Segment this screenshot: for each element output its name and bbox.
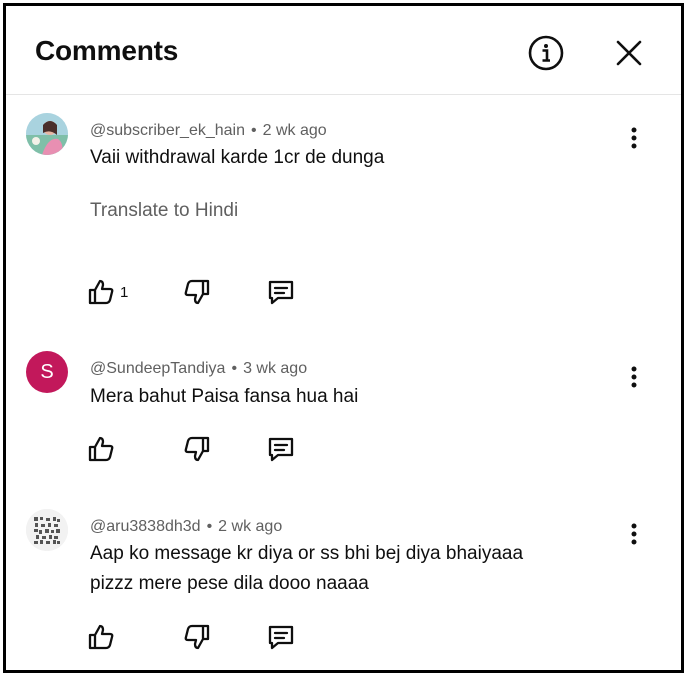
reply-icon [268,437,294,462]
more-vertical-icon [631,523,637,545]
like-button[interactable] [86,431,116,467]
thumb-down-icon [184,436,210,462]
like-button[interactable] [86,619,116,655]
like-button[interactable]: 1 [86,274,128,310]
thumb-up-icon [88,279,114,305]
avatar-photo-icon [26,113,68,155]
meta-separator: • [206,518,213,535]
comment-meta: @subscriber_ek_hain • 2 wk ago [90,122,327,140]
dislike-button[interactable] [182,274,212,310]
info-icon [528,35,564,71]
comment-author[interactable]: @aru3838dh3d [90,518,201,535]
comment-meta: @SundeepTandiya • 3 wk ago [90,360,307,378]
dislike-button[interactable] [182,619,212,655]
panel-header: Comments [6,6,681,95]
info-button[interactable] [526,33,566,73]
reply-icon [268,625,294,650]
thumb-down-icon [184,279,210,305]
thumb-up-icon [88,624,114,650]
comment-text: Vaii withdrawal karde 1cr de dunga [90,147,385,168]
reply-button[interactable] [266,431,296,467]
thumb-up-icon [88,436,114,462]
reply-button[interactable] [266,274,296,310]
like-count: 1 [120,283,129,301]
comment-more-button[interactable] [618,122,650,154]
comment-more-button[interactable] [618,518,650,550]
more-vertical-icon [631,366,637,388]
comment-author[interactable]: @subscriber_ek_hain [90,122,245,139]
comment-more-button[interactable] [618,361,650,393]
comment-time[interactable]: 2 wk ago [218,518,282,535]
comment-time[interactable]: 2 wk ago [263,122,327,139]
reply-icon [268,280,294,305]
comment-author[interactable]: @SundeepTandiya [90,360,225,377]
avatar[interactable]: S [26,351,68,393]
comment-text: Mera bahut Paisa fansa hua hai [90,386,359,407]
avatar-qr-icon [26,509,68,551]
meta-separator: • [251,122,257,139]
thumb-down-icon [184,624,210,650]
close-icon [616,40,642,66]
reply-button[interactable] [266,619,296,655]
dislike-button[interactable] [182,431,212,467]
comment-time[interactable]: 3 wk ago [243,360,307,377]
comments-panel: Comments @subscriber_ek_hain • 2 wk ago … [3,3,684,673]
avatar-letter: S [40,360,54,383]
avatar[interactable] [26,113,68,155]
comment-text-line: pizzz mere pese dila dooo naaaa [90,573,369,594]
close-button[interactable] [609,33,649,73]
comment-meta: @aru3838dh3d • 2 wk ago [90,518,282,536]
more-vertical-icon [631,127,637,149]
translate-link[interactable]: Translate to Hindi [90,200,238,222]
comment-text-line: Aap ko message kr diya or ss bhi bej diy… [90,543,524,564]
panel-title: Comments [35,35,179,66]
avatar[interactable] [26,509,68,551]
meta-separator: • [231,360,238,377]
